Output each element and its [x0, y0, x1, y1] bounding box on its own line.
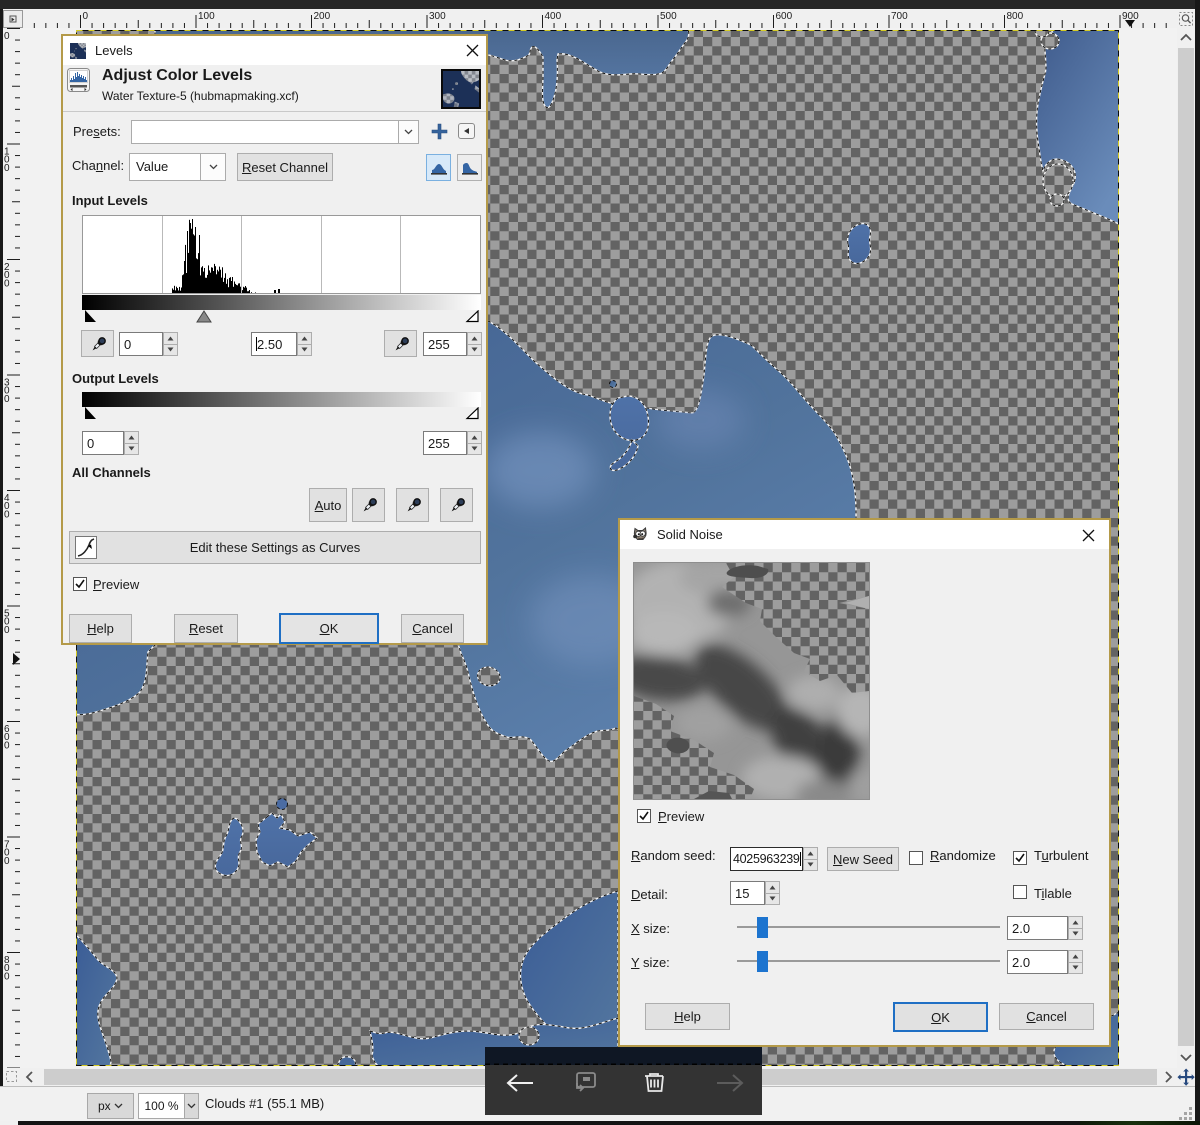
svg-text:200: 200 [314, 11, 331, 22]
svg-text:0: 0 [4, 971, 10, 982]
svg-text:0: 0 [4, 856, 10, 867]
svg-text:0: 0 [4, 163, 10, 174]
svg-text:0: 0 [4, 278, 10, 289]
svg-text:800: 800 [1007, 11, 1024, 22]
svg-text:300: 300 [429, 11, 446, 22]
svg-text:600: 600 [776, 11, 793, 22]
svg-text:400: 400 [545, 11, 562, 22]
svg-text:0: 0 [4, 394, 10, 405]
svg-text:0: 0 [83, 11, 89, 22]
svg-text:0: 0 [4, 625, 10, 636]
svg-text:100: 100 [198, 11, 215, 22]
svg-text:700: 700 [891, 11, 908, 22]
svg-text:0: 0 [4, 509, 10, 520]
svg-text:500: 500 [660, 11, 677, 22]
svg-text:0: 0 [4, 740, 10, 751]
svg-text:0: 0 [4, 31, 10, 42]
